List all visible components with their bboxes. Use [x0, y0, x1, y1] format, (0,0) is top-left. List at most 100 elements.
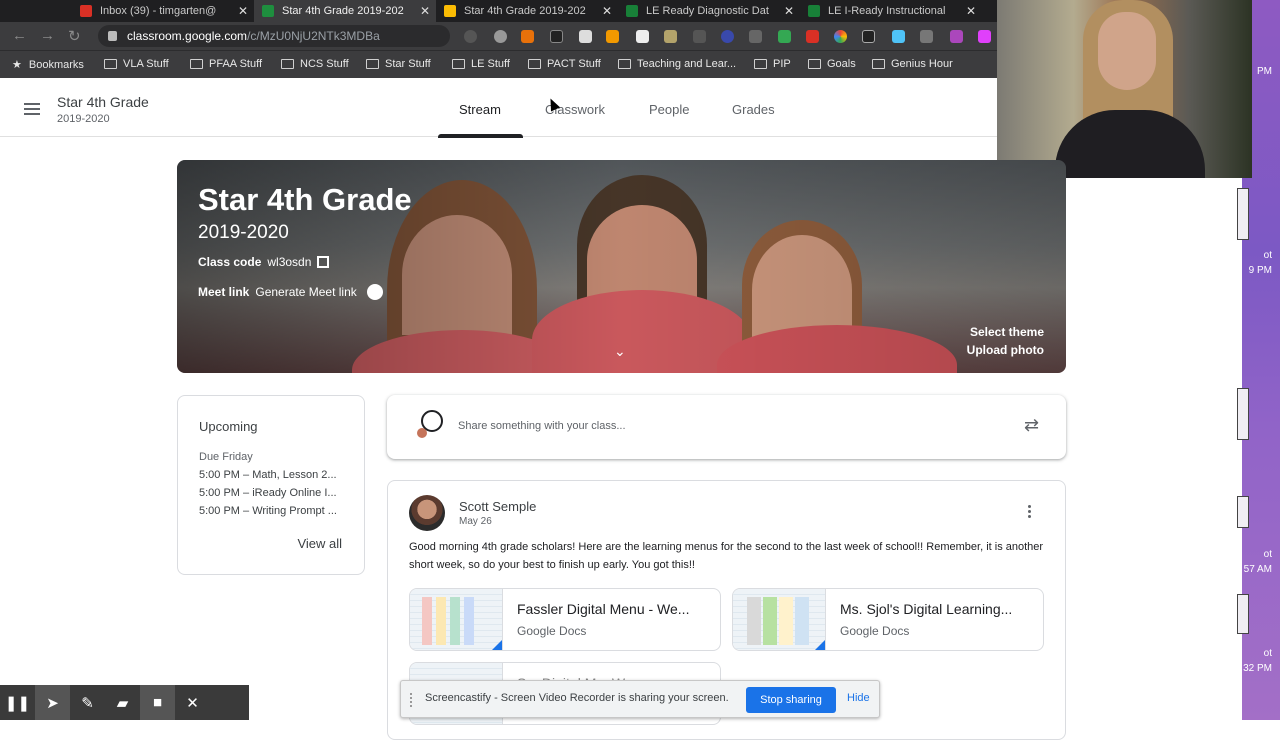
- post-author: Scott Semple: [459, 499, 537, 514]
- extension-icon[interactable]: [978, 30, 991, 43]
- browser-tab[interactable]: LE Ready Diagnostic Dat ✕: [618, 0, 800, 22]
- bookmark-folder[interactable]: Goals: [808, 58, 856, 70]
- browser-tab-strip: Inbox (39) - timgarten@ ✕ Star 4th Grade…: [0, 0, 1000, 22]
- desktop-text: ot: [1263, 250, 1272, 261]
- bookmark-folder[interactable]: Star Stuff: [366, 58, 431, 70]
- extension-icon[interactable]: [950, 30, 963, 43]
- generate-meet-link[interactable]: Generate Meet link: [255, 285, 356, 299]
- bookmarks-menu[interactable]: ★ Bookmarks: [12, 58, 84, 72]
- screen-share-notification: Screencastify - Screen Video Recorder is…: [400, 680, 880, 718]
- extension-icon[interactable]: [920, 30, 933, 43]
- cursor-icon[interactable]: ➤: [35, 685, 70, 720]
- extension-icon[interactable]: [521, 30, 534, 43]
- extension-icon[interactable]: [550, 30, 563, 43]
- pause-icon[interactable]: ❚❚: [0, 685, 35, 720]
- bookmark-folder[interactable]: Teaching and Lear...: [618, 58, 736, 70]
- lock-icon: [108, 31, 117, 41]
- dark-mode-extension-icon[interactable]: [464, 30, 477, 43]
- close-tab-icon[interactable]: ✕: [602, 4, 612, 18]
- camera-icon[interactable]: ■: [140, 685, 175, 720]
- extension-icon[interactable]: [834, 30, 847, 43]
- address-bar[interactable]: classroom.google.com/c/MzU0NjU2NTk3MDBa: [98, 25, 450, 47]
- classroom-header: Star 4th Grade 2019-2020 Stream Classwor…: [0, 79, 1000, 137]
- pen-icon[interactable]: ✎: [70, 685, 105, 720]
- hide-button[interactable]: Hide: [847, 692, 870, 704]
- view-all-link[interactable]: View all: [297, 536, 342, 551]
- expand-chevron-icon[interactable]: ⌄: [614, 343, 626, 360]
- folder-icon: [754, 59, 767, 69]
- upcoming-card: Upcoming Due Friday 5:00 PM – Math, Less…: [177, 395, 365, 575]
- help-icon[interactable]: [366, 284, 383, 300]
- eraser-icon[interactable]: ▰: [105, 685, 140, 720]
- extension-icon[interactable]: [806, 30, 819, 43]
- upcoming-item[interactable]: 5:00 PM – Math, Lesson 2...: [199, 469, 349, 481]
- close-tab-icon[interactable]: ✕: [784, 4, 794, 18]
- forward-icon[interactable]: →: [40, 27, 55, 44]
- upcoming-item[interactable]: 5:00 PM – iReady Online I...: [199, 487, 349, 499]
- bookmark-label: Bookmarks: [28, 58, 84, 71]
- upload-photo-link[interactable]: Upload photo: [967, 343, 1044, 357]
- bookmark-folder[interactable]: NCS Stuff: [281, 58, 349, 70]
- close-icon[interactable]: ✕: [175, 685, 210, 720]
- browser-tab[interactable]: LE I-Ready Instructional ✕: [800, 0, 982, 22]
- drag-handle-icon[interactable]: [410, 693, 416, 707]
- class-code-label: Class code: [198, 255, 262, 269]
- folder-icon: [281, 59, 294, 69]
- attachment-type: Google Docs: [517, 624, 587, 638]
- desktop-window-edge: [1237, 188, 1249, 240]
- bookmark-folder[interactable]: Genius Hour: [872, 58, 953, 70]
- bookmark-folder[interactable]: LE Stuff: [452, 58, 510, 70]
- extension-icon[interactable]: [749, 30, 762, 43]
- select-theme-link[interactable]: Select theme: [970, 325, 1044, 339]
- desktop-text: 32 PM: [1243, 663, 1272, 674]
- extension-icon[interactable]: [778, 30, 791, 43]
- back-icon[interactable]: ←: [12, 27, 27, 44]
- gmail-icon: [80, 5, 92, 17]
- extension-icon[interactable]: [494, 30, 507, 43]
- extension-icon[interactable]: [664, 30, 677, 43]
- attachment-card[interactable]: Ms. Sjol's Digital Learning... Google Do…: [732, 588, 1044, 651]
- tab-title: Inbox (39) - timgarten@: [100, 5, 217, 17]
- repost-icon[interactable]: ⇄: [1024, 415, 1039, 436]
- browser-tab[interactable]: Inbox (39) - timgarten@ ✕: [72, 0, 254, 22]
- class-name[interactable]: Star 4th Grade: [57, 94, 149, 110]
- upcoming-item[interactable]: 5:00 PM – Writing Prompt ...: [199, 505, 349, 517]
- share-box[interactable]: Share something with your class... ⇄: [387, 395, 1066, 459]
- bookmark-folder[interactable]: PACT Stuff: [528, 58, 601, 70]
- class-code-row: Class code wl3osdn: [198, 255, 330, 269]
- close-tab-icon[interactable]: ✕: [238, 4, 248, 18]
- bookmark-folder[interactable]: VLA Stuff: [104, 58, 169, 70]
- doc-thumbnail: [410, 589, 503, 650]
- bookmark-folder[interactable]: PFAA Stuff: [190, 58, 262, 70]
- extension-new-icon[interactable]: [606, 30, 619, 43]
- desktop-text: ot: [1263, 549, 1272, 560]
- close-tab-icon[interactable]: ✕: [966, 4, 976, 18]
- attachment-card[interactable]: Fassler Digital Menu - We... Google Docs: [409, 588, 721, 651]
- extension-icon[interactable]: [862, 30, 875, 43]
- bookmark-label: PACT Stuff: [547, 58, 601, 70]
- extension-icon[interactable]: [636, 30, 649, 43]
- close-tab-icon[interactable]: ✕: [420, 4, 430, 18]
- extension-icon[interactable]: [693, 30, 706, 43]
- extension-icon[interactable]: [579, 30, 592, 43]
- post-date: May 26: [459, 516, 492, 527]
- extension-icon[interactable]: [892, 30, 905, 43]
- browser-tab-active[interactable]: Star 4th Grade 2019-202 ✕: [254, 0, 436, 22]
- bookmarks-bar: ★ Bookmarks VLA Stuff PFAA Stuff NCS Stuf…: [0, 50, 1000, 78]
- main-menu-icon[interactable]: [24, 103, 40, 115]
- banner-year: 2019-2020: [198, 222, 289, 243]
- more-options-icon[interactable]: [1028, 505, 1032, 521]
- bookmark-folder[interactable]: PIP: [754, 58, 791, 70]
- sheets-icon: [626, 5, 638, 17]
- bookmark-label: PIP: [773, 58, 791, 70]
- google-docs-icon: [813, 640, 825, 650]
- browser-tab[interactable]: Star 4th Grade 2019-202 ✕: [436, 0, 618, 22]
- extension-icon[interactable]: [721, 30, 734, 43]
- tab-people[interactable]: People: [649, 102, 689, 117]
- fullscreen-icon[interactable]: [317, 256, 330, 268]
- tab-title: Star 4th Grade 2019-202: [282, 5, 404, 17]
- stop-sharing-button[interactable]: Stop sharing: [746, 687, 836, 713]
- reload-icon[interactable]: ↻: [68, 27, 81, 45]
- tab-grades[interactable]: Grades: [732, 102, 775, 117]
- tab-stream[interactable]: Stream: [459, 102, 501, 117]
